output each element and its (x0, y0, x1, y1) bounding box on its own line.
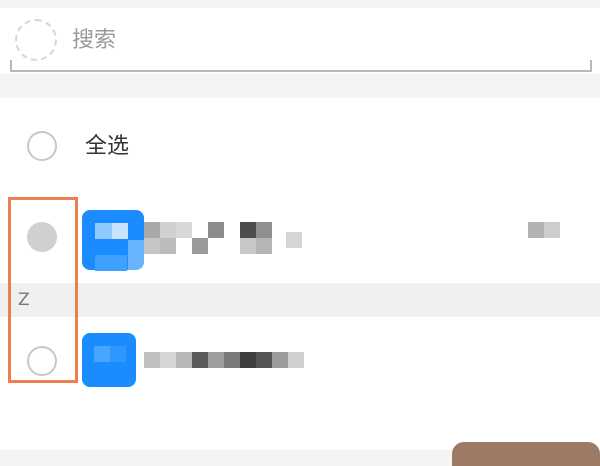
pixel-block (240, 352, 256, 368)
pixel-block (176, 222, 192, 238)
avatar-blur-overlay (110, 346, 126, 362)
search-icon (15, 19, 57, 61)
pixel-block (208, 352, 224, 368)
pixel-block (256, 238, 272, 254)
pixel-block (224, 352, 240, 368)
pixel-block (160, 238, 176, 254)
pixel-block (528, 222, 544, 238)
select-all-label: 全选 (85, 134, 130, 159)
search-input[interactable]: 搜索 (72, 27, 116, 55)
pixel-block (256, 352, 272, 368)
avatar-blur-overlay (128, 240, 144, 270)
pixel-block (240, 238, 256, 254)
highlight-annotation (8, 197, 78, 383)
pixel-block (176, 352, 192, 368)
pixel-block (288, 352, 304, 368)
pixel-block (192, 238, 208, 254)
pixel-block (240, 222, 256, 238)
avatar-blur-overlay (95, 255, 127, 271)
pixel-block (160, 222, 176, 238)
select-all-radio[interactable] (27, 131, 57, 161)
pixel-block (144, 222, 160, 238)
bottom-action-button[interactable] (452, 442, 600, 466)
section-header (0, 283, 600, 317)
pixel-block (208, 222, 224, 238)
pixel-block (544, 222, 560, 238)
avatar-blur-overlay (94, 346, 110, 362)
pixel-block (272, 352, 288, 368)
pixel-block (144, 352, 160, 368)
avatar-blur-overlay (112, 223, 128, 239)
pixel-block (286, 232, 302, 248)
pixel-block (192, 352, 208, 368)
pixel-block (144, 238, 160, 254)
pixel-block (160, 352, 176, 368)
search-underline (10, 60, 592, 72)
pixel-block (256, 222, 272, 238)
